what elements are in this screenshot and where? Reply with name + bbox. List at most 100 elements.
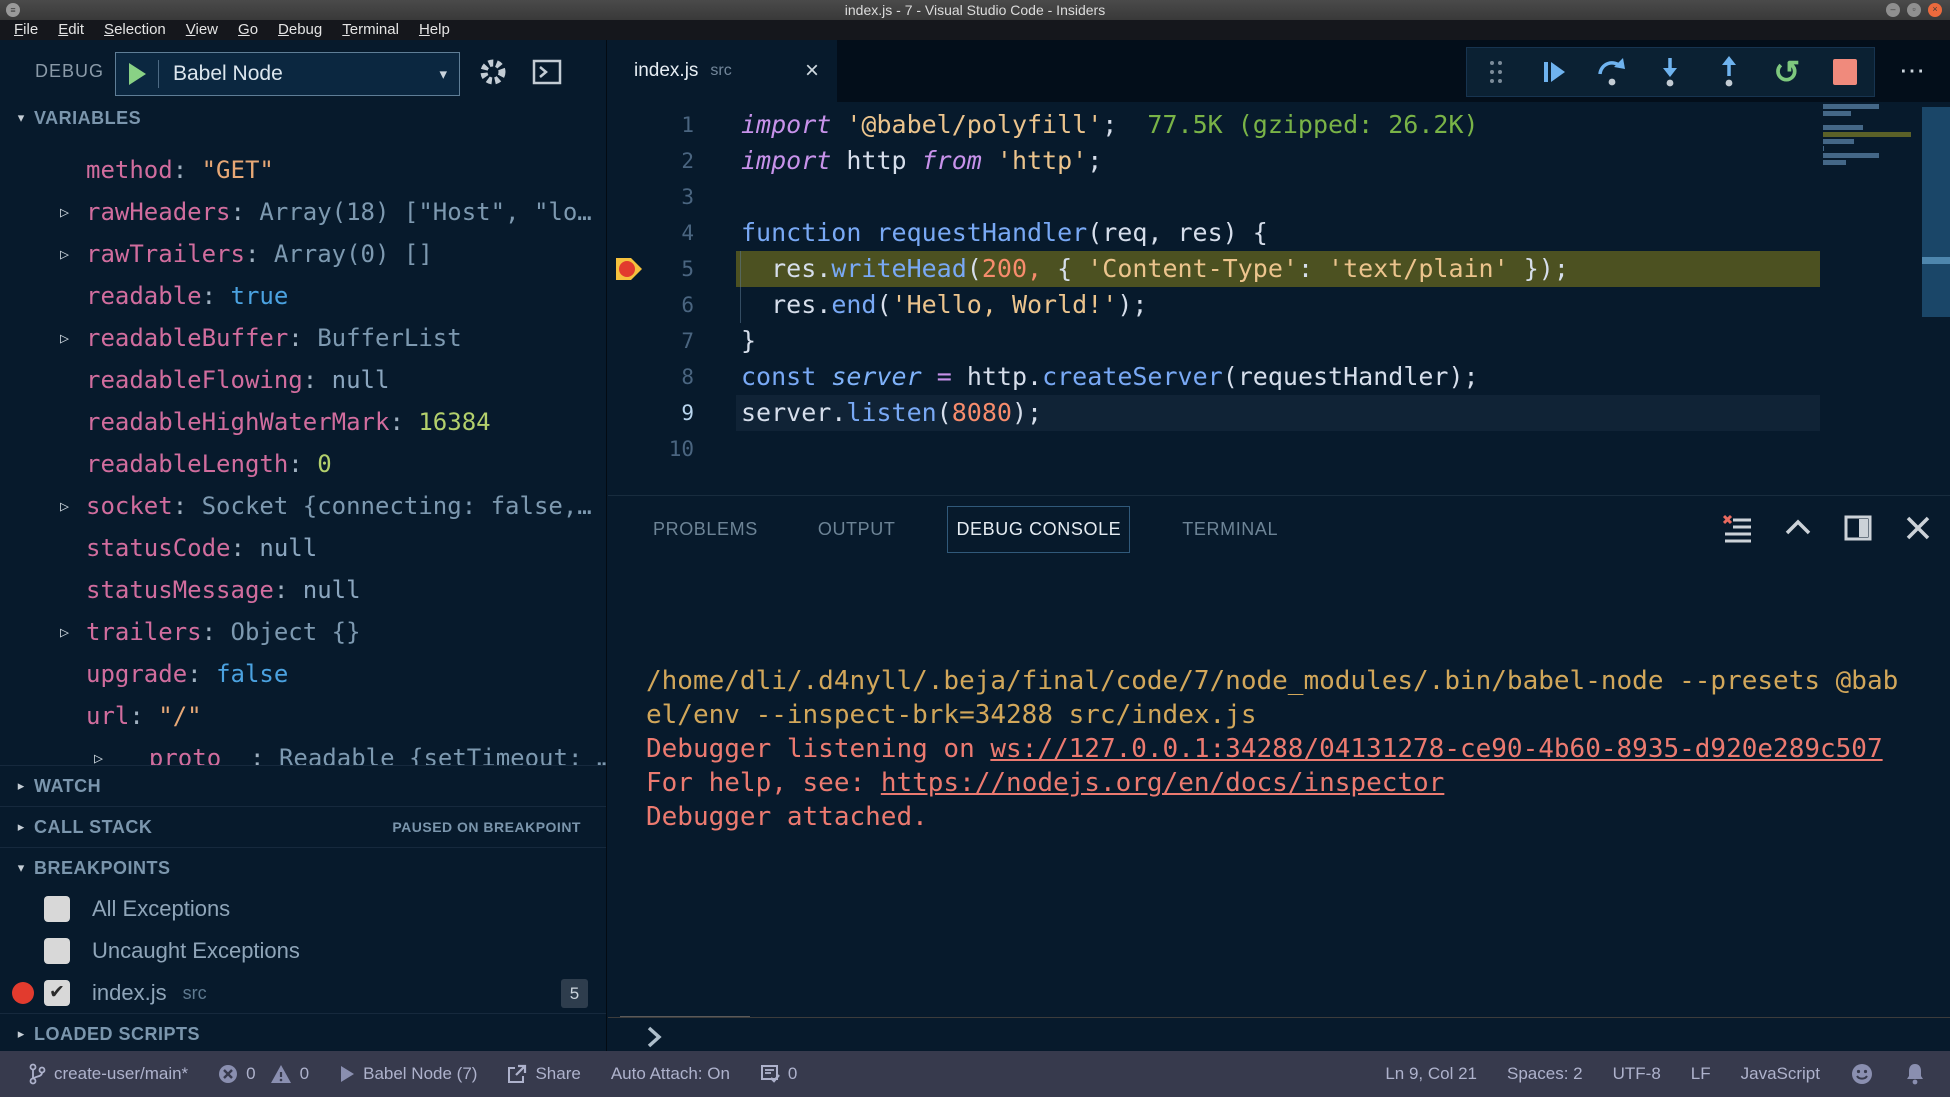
maximize-button[interactable]: ▫	[1907, 3, 1921, 17]
split-panel-icon[interactable]	[1842, 512, 1874, 544]
variable-row[interactable]: ▷__proto__: Readable {setTimeout: …	[0, 737, 606, 765]
menu-item[interactable]: View	[176, 20, 228, 40]
tab-indexjs[interactable]: index.js src ×	[608, 40, 837, 102]
breakpoint-gutter[interactable]	[608, 395, 658, 431]
step-into-button[interactable]	[1653, 55, 1687, 89]
breakpoint-gutter[interactable]	[608, 287, 658, 323]
console-link[interactable]: ws://127.0.0.1:34288/04131278-ce90-4b60-…	[990, 734, 1882, 764]
eol-item[interactable]: LF	[1691, 1064, 1711, 1084]
indentation-item[interactable]: Spaces: 2	[1507, 1064, 1583, 1084]
breakpoint-gutter[interactable]	[608, 323, 658, 359]
code-line[interactable]: 7 }	[608, 323, 1820, 359]
stop-button[interactable]	[1828, 55, 1862, 89]
maximize-panel-chevron-icon[interactable]	[1782, 512, 1814, 544]
menu-item[interactable]: Selection	[94, 20, 176, 40]
menu-item[interactable]: Edit	[48, 20, 94, 40]
breakpoint-gutter[interactable]	[608, 107, 658, 143]
variable-row[interactable]: ▷upgrade: false	[0, 653, 606, 695]
breakpoint-gutter[interactable]	[608, 143, 658, 179]
variable-row[interactable]: ▷statusMessage: null	[0, 569, 606, 611]
variable-row[interactable]: ▷trailers: Object {}	[0, 611, 606, 653]
variable-row[interactable]: ▷method: "GET"	[0, 149, 606, 191]
debug-run-item[interactable]: Babel Node (7)	[339, 1064, 477, 1084]
breakpoint-gutter[interactable]	[608, 359, 658, 395]
expand-arrow-icon[interactable]: ▷	[60, 203, 86, 221]
encoding-item[interactable]: UTF-8	[1613, 1064, 1661, 1084]
breakpoint-checkbox[interactable]	[44, 896, 70, 922]
notifications-bell-icon[interactable]	[1904, 1062, 1926, 1086]
expand-arrow-icon[interactable]: ▷	[60, 623, 86, 641]
feedback-item[interactable]: 0	[760, 1064, 797, 1084]
code-line[interactable]: 1 import '@babel/polyfill'; 77.5K (gzipp…	[608, 107, 1820, 143]
cursor-position-item[interactable]: Ln 9, Col 21	[1385, 1064, 1477, 1084]
problems-item[interactable]: 0 0	[218, 1064, 309, 1084]
code-line[interactable]: 10	[608, 431, 1820, 467]
expand-arrow-icon[interactable]: ▷	[60, 245, 86, 263]
breakpoint-checkbox[interactable]	[44, 938, 70, 964]
panel-tab[interactable]: DEBUG CONSOLE	[947, 506, 1130, 553]
watch-section-header[interactable]: ▸ WATCH	[0, 765, 606, 806]
restart-button[interactable]: ↺	[1770, 55, 1804, 89]
minimize-button[interactable]: –	[1886, 3, 1900, 17]
breakpoint-gutter[interactable]	[608, 431, 658, 467]
step-out-button[interactable]	[1712, 55, 1746, 89]
console-link[interactable]: https://nodejs.org/en/docs/inspector	[881, 768, 1445, 798]
code-line[interactable]: 4 function requestHandler(req, res) {	[608, 215, 1820, 251]
start-debug-icon[interactable]	[129, 63, 146, 85]
loaded-scripts-section-header[interactable]: ▸ LOADED SCRIPTS	[0, 1013, 606, 1054]
feedback-smiley-icon[interactable]	[1850, 1062, 1874, 1086]
expand-arrow-icon[interactable]: ▷	[60, 497, 86, 515]
code-line[interactable]: 2 import http from 'http';	[608, 143, 1820, 179]
variable-row[interactable]: ▷statusCode: null	[0, 527, 606, 569]
step-over-button[interactable]	[1595, 55, 1629, 89]
code-line[interactable]: 9 server.listen(8080);	[608, 395, 1820, 431]
panel-tab[interactable]: PROBLEMS	[645, 507, 766, 552]
share-item[interactable]: Share	[507, 1064, 580, 1084]
variable-row[interactable]: ▷rawTrailers: Array(0) []	[0, 233, 606, 275]
git-branch-item[interactable]: create-user/main*	[28, 1063, 188, 1085]
clear-console-icon[interactable]	[1722, 512, 1754, 544]
launch-configuration-dropdown[interactable]: Babel Node ▾	[115, 52, 460, 96]
editor-scrollbar[interactable]	[1922, 107, 1950, 317]
breakpoint-gutter[interactable]	[608, 251, 658, 287]
menu-item[interactable]: Help	[409, 20, 460, 40]
variable-row[interactable]: ▷readableFlowing: null	[0, 359, 606, 401]
breakpoint-row[interactable]: Uncaught Exceptions	[0, 930, 606, 972]
code-line[interactable]: 3	[608, 179, 1820, 215]
menu-item[interactable]: Terminal	[332, 20, 409, 40]
tab-close-icon[interactable]: ×	[805, 59, 819, 83]
auto-attach-item[interactable]: Auto Attach: On	[611, 1064, 730, 1084]
breakpoints-section-header[interactable]: ▾ BREAKPOINTS	[0, 847, 606, 888]
variable-row[interactable]: ▷readableLength: 0	[0, 443, 606, 485]
code-editor[interactable]: 1 import '@babel/polyfill'; 77.5K (gzipp…	[608, 102, 1950, 495]
code-line[interactable]: 5 res.writeHead(200, { 'Content-Type': '…	[608, 251, 1820, 287]
breakpoint-row[interactable]: index.js src 5	[0, 972, 606, 1014]
close-panel-icon[interactable]	[1902, 512, 1934, 544]
code-line[interactable]: 6 res.end('Hello, World!');	[608, 287, 1820, 323]
menu-item[interactable]: Go	[228, 20, 268, 40]
panel-tab[interactable]: OUTPUT	[810, 507, 904, 552]
code-line[interactable]: 8 const server = http.createServer(reque…	[608, 359, 1820, 395]
variable-row[interactable]: ▷socket: Socket {connecting: false,…	[0, 485, 606, 527]
call-stack-section-header[interactable]: ▸ CALL STACK PAUSED ON BREAKPOINT	[0, 806, 606, 847]
menu-item[interactable]: File	[4, 20, 48, 40]
configure-gear-icon[interactable]	[477, 56, 509, 93]
more-actions-icon[interactable]: ⋯	[1888, 47, 1938, 97]
expand-arrow-icon[interactable]: ▷	[94, 749, 120, 765]
breakpoint-checkbox[interactable]	[44, 980, 70, 1006]
variable-row[interactable]: ▷readableBuffer: BufferList	[0, 317, 606, 359]
toolbar-drag-grip[interactable]	[1479, 55, 1513, 89]
menu-item[interactable]: Debug	[268, 20, 332, 40]
variables-section-header[interactable]: ▾ VARIABLES	[0, 98, 606, 138]
close-button[interactable]: ×	[1928, 3, 1942, 17]
open-debug-console-icon[interactable]	[531, 56, 563, 93]
variable-row[interactable]: ▷url: "/"	[0, 695, 606, 737]
expand-arrow-icon[interactable]: ▷	[60, 329, 86, 347]
continue-button[interactable]	[1537, 55, 1571, 89]
variable-row[interactable]: ▷readable: true	[0, 275, 606, 317]
debug-console-input[interactable]	[608, 1017, 1950, 1051]
breakpoint-gutter[interactable]	[608, 179, 658, 215]
breakpoint-gutter[interactable]	[608, 215, 658, 251]
minimap[interactable]	[1823, 104, 1912, 174]
variable-row[interactable]: ▷rawHeaders: Array(18) ["Host", "lo…	[0, 191, 606, 233]
